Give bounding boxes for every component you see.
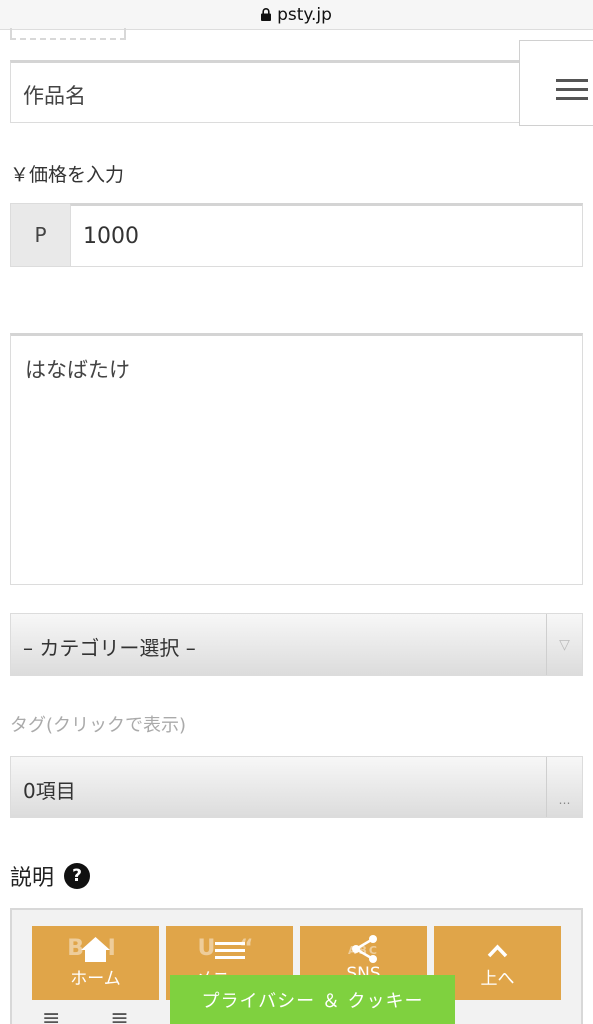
description-textarea[interactable]: はなばたけ: [10, 333, 583, 585]
home-button[interactable]: B I ホーム: [32, 926, 159, 1000]
hamburger-icon: [556, 79, 588, 82]
privacy-label: プライバシー ＆ クッキー: [201, 990, 424, 1012]
page: psty.jp 作品名 ￥価格を入力 P 1000 はなばたけ – カテゴリー選…: [0, 0, 593, 1024]
more-icon: …: [546, 757, 582, 817]
explain-label: 説明: [10, 866, 55, 891]
image-upload-area-edge[interactable]: [10, 28, 126, 40]
url-text: psty.jp: [277, 4, 332, 25]
hamburger-menu-button[interactable]: [519, 40, 593, 126]
price-input[interactable]: 1000: [70, 203, 583, 267]
tag-label[interactable]: タグ(クリックで表示): [10, 711, 186, 737]
description-text: はなばたけ: [25, 358, 130, 382]
privacy-cookie-button[interactable]: プライバシー ＆ クッキー: [170, 975, 455, 1024]
price-prefix: P: [10, 203, 70, 267]
address-bar[interactable]: psty.jp: [0, 0, 593, 30]
price-field: P 1000: [10, 203, 583, 267]
share-icon: [352, 935, 377, 963]
tag-selector[interactable]: 0項目 …: [10, 756, 583, 818]
explain-heading: 説明 ?: [10, 860, 91, 892]
align-icons: ≡≡: [42, 1006, 179, 1024]
title-placeholder: 作品名: [23, 84, 86, 108]
menu-icon: [215, 942, 245, 959]
home-icon: [81, 937, 110, 962]
help-icon[interactable]: ?: [64, 863, 91, 889]
category-select-value: – カテゴリー選択 –: [23, 636, 196, 660]
category-select[interactable]: – カテゴリー選択 – ▽: [10, 613, 583, 676]
chevron-down-icon: ▽: [546, 614, 582, 675]
title-input[interactable]: 作品名: [10, 60, 583, 123]
chevron-up-icon: [487, 944, 508, 958]
home-label: ホーム: [70, 969, 121, 989]
lock-icon: [261, 8, 272, 21]
tag-count: 0項目: [23, 779, 76, 803]
price-label: ￥価格を入力: [10, 164, 125, 186]
